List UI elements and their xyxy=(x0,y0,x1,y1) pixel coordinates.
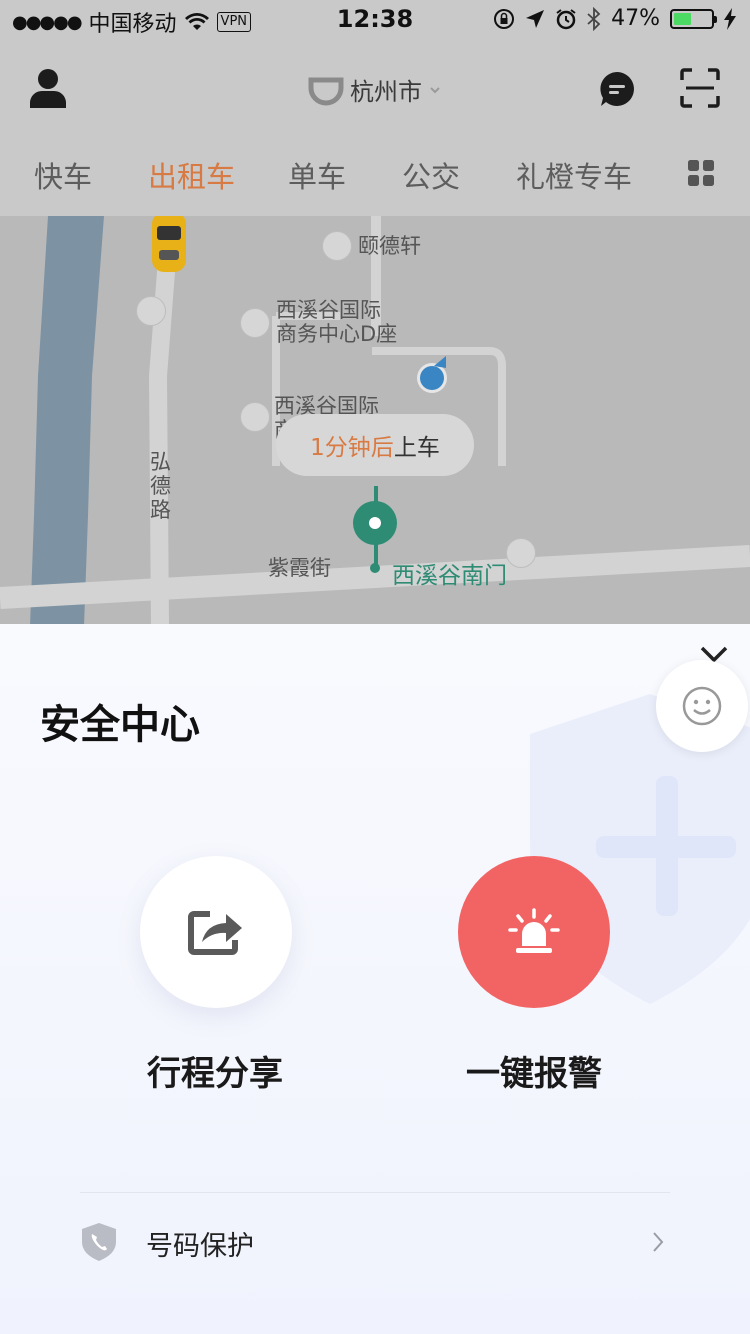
safety-center-panel: 安全中心 行程分享 一键报警 号码保护 xyxy=(0,624,750,1334)
trip-share-button[interactable] xyxy=(140,856,292,1008)
bus-stop-icon xyxy=(136,296,166,326)
battery-level xyxy=(674,12,691,25)
tab-taxi[interactable]: 出租车 xyxy=(148,154,235,196)
divider xyxy=(80,1192,670,1193)
restaurant-icon xyxy=(322,231,352,261)
map-label-poi: 西溪谷国际 xyxy=(276,298,381,322)
city-selector[interactable]: 杭州市 xyxy=(0,72,750,107)
battery-percent: 47% xyxy=(611,6,660,31)
city-name: 杭州市 xyxy=(350,78,422,106)
map-label-poi: 颐德轩 xyxy=(358,234,421,258)
more-services-icon[interactable] xyxy=(688,160,714,186)
map-label-road: 紫霞街 xyxy=(268,556,331,580)
didi-logo-icon xyxy=(308,77,344,105)
building-icon xyxy=(240,402,270,432)
building-icon xyxy=(240,308,270,338)
tab-bus[interactable]: 公交 xyxy=(402,154,460,196)
taxi-car-icon xyxy=(152,216,186,272)
share-icon xyxy=(188,911,242,955)
current-location-icon xyxy=(417,356,447,393)
number-protection-label: 号码保护 xyxy=(146,1231,254,1262)
map-view[interactable]: 颐德轩 西溪谷国际 商务中心D座 西溪谷国际 商 弘 德 路 紫霞街 1分钟后上… xyxy=(0,216,750,626)
eta-bubble: 1分钟后 上车 xyxy=(276,414,474,476)
message-icon[interactable] xyxy=(598,70,636,108)
chevron-right-icon xyxy=(653,1232,664,1252)
status-bar: ●●●●● 中国移动 VPN 12:38 47% xyxy=(0,0,750,40)
bluetooth-icon xyxy=(587,6,601,31)
orientation-lock-icon xyxy=(494,8,515,29)
panel-title: 安全中心 xyxy=(40,702,200,748)
charging-bolt-icon xyxy=(724,7,736,30)
river xyxy=(30,216,104,626)
service-tabs: 快车 出租车 单车 公交 礼橙专车 xyxy=(0,148,750,200)
pickup-station-label: 西溪谷南门 xyxy=(392,563,507,589)
eta-action: 上车 xyxy=(393,435,440,461)
location-arrow-icon xyxy=(526,9,545,28)
phone-shield-icon xyxy=(82,1223,116,1261)
top-header: 杭州市 快车 出租车 单车 公交 礼橙专车 xyxy=(0,40,750,216)
emoji-button[interactable] xyxy=(656,660,748,752)
emergency-alarm-button[interactable] xyxy=(458,856,610,1008)
alarm-icon xyxy=(508,908,560,953)
map-label-road: 弘 德 路 xyxy=(150,450,171,522)
tab-premier[interactable]: 礼橙专车 xyxy=(516,154,632,196)
smile-icon xyxy=(682,686,722,726)
map-label-poi: 商务中心D座 xyxy=(276,322,398,346)
emergency-alarm-label: 一键报警 xyxy=(466,1054,602,1094)
alarm-clock-icon xyxy=(556,8,576,29)
scan-icon[interactable] xyxy=(680,68,720,108)
bus-stop-icon xyxy=(506,538,536,568)
eta-time: 1分钟后 xyxy=(310,435,394,461)
trip-share-label: 行程分享 xyxy=(147,1054,283,1094)
battery-icon xyxy=(670,8,717,29)
number-protection-row[interactable]: 号码保护 xyxy=(80,1214,670,1270)
tab-bike[interactable]: 单车 xyxy=(288,154,346,196)
chevron-down-icon xyxy=(430,86,440,93)
status-right: 47% xyxy=(493,6,736,31)
tab-express[interactable]: 快车 xyxy=(34,154,92,196)
